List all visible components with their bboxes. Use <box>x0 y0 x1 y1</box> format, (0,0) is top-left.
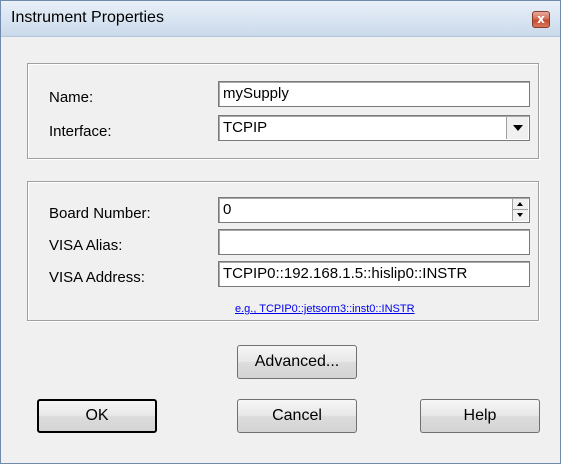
title-bar[interactable]: Instrument Properties x <box>1 1 560 37</box>
spin-down-icon[interactable] <box>513 210 528 221</box>
close-button[interactable]: x <box>532 11 550 28</box>
chevron-down-icon[interactable] <box>506 117 528 139</box>
board-number-stepper[interactable]: 0 <box>218 197 530 223</box>
board-number-label: Board Number: <box>49 205 151 222</box>
window-title: Instrument Properties <box>11 9 164 26</box>
cancel-button[interactable]: Cancel <box>237 399 357 433</box>
visa-alias-input[interactable] <box>218 229 530 255</box>
instrument-properties-dialog: Instrument Properties x Name: mySupply I… <box>0 0 561 464</box>
name-input[interactable]: mySupply <box>218 81 530 107</box>
spin-up-icon[interactable] <box>513 199 528 210</box>
visa-address-label: VISA Address: <box>49 269 145 286</box>
interface-selected-value: TCPIP <box>223 119 268 136</box>
close-icon: x <box>537 12 545 26</box>
help-button[interactable]: Help <box>420 399 540 433</box>
board-number-value: 0 <box>223 201 232 218</box>
ok-button[interactable]: OK <box>37 399 157 433</box>
visa-address-input[interactable]: TCPIP0::192.168.1.5::hislip0::INSTR <box>218 261 530 287</box>
visa-alias-label: VISA Alias: <box>49 237 123 254</box>
advanced-button[interactable]: Advanced... <box>237 345 357 379</box>
board-number-spinner[interactable] <box>512 199 528 221</box>
general-group <box>27 63 539 159</box>
interface-select[interactable]: TCPIP <box>218 115 530 141</box>
name-label: Name: <box>49 89 94 106</box>
interface-label: Interface: <box>49 123 112 140</box>
visa-address-example-link[interactable]: e.g., TCPIP0::jetsorm3::inst0::INSTR <box>235 303 415 315</box>
